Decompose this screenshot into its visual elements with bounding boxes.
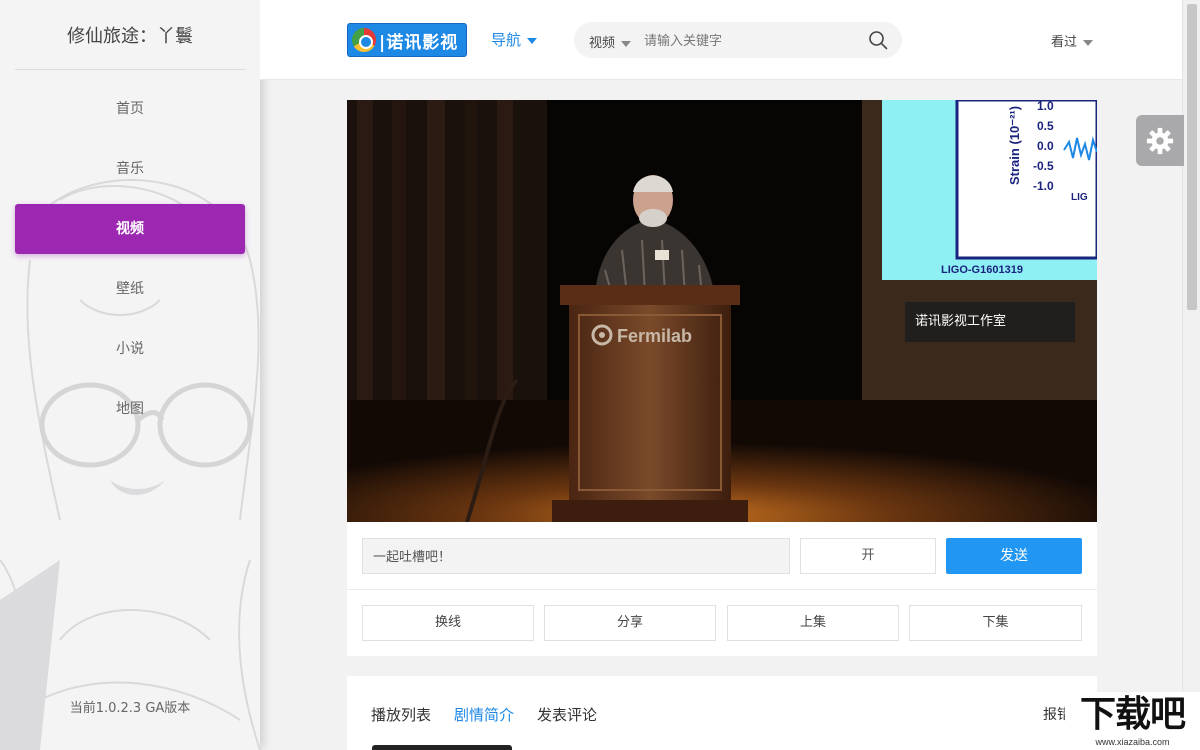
nav-dropdown-label: 导航: [491, 31, 522, 49]
brand-logo-text: |诺讯影视: [379, 32, 459, 53]
next-episode-button[interactable]: 下集: [909, 605, 1082, 641]
chevron-down-icon: [527, 37, 538, 44]
share-button[interactable]: 分享: [544, 605, 716, 641]
chevron-down-icon: [1083, 39, 1094, 46]
video-watermark: 诺讯影视工作室: [905, 302, 1075, 342]
slide-caption: LIGO-G1601319: [941, 264, 1023, 276]
switch-line-button[interactable]: 换线: [362, 605, 534, 641]
video-player[interactable]: 1.0 0.5 0.0 -0.5 -1.0 Strain (10⁻²¹) LIG…: [347, 100, 1097, 522]
slide-tick-3: -0.5: [1033, 159, 1054, 173]
search-icon[interactable]: [868, 30, 888, 50]
site-watermark-url: www.xiazaiba.com: [1095, 737, 1170, 747]
prev-episode-button[interactable]: 上集: [727, 605, 899, 641]
cover-thumbnail: [372, 745, 512, 750]
search-category-label: 视频: [589, 36, 616, 51]
sidebar-item-video[interactable]: 视频: [15, 204, 245, 254]
danmaku-send-button[interactable]: 发送: [946, 538, 1082, 574]
tab-comment[interactable]: 发表评论: [537, 704, 597, 725]
search-input[interactable]: [644, 30, 854, 50]
player-controls: 开 发送 换线 分享 上集 下集: [347, 522, 1097, 656]
version-label: 当前1.0.2.3 GA版本: [69, 701, 191, 716]
tab-playlist[interactable]: 播放列表: [371, 704, 431, 725]
chevron-down-icon: [621, 40, 632, 47]
info-tabs-panel: 播放列表 剧情简介 发表评论 报错: [347, 676, 1097, 750]
slide-corner-label: LIG: [1071, 192, 1088, 203]
brand-logo[interactable]: |诺讯影视: [347, 23, 467, 57]
sidebar: 修仙旅途：丫鬟 首页 音乐 视频 壁纸 小说 地图 当前1.0.2.3 GA版本: [0, 0, 260, 750]
scrollbar-thumb[interactable]: [1187, 4, 1197, 310]
sidebar-item-wallpaper[interactable]: 壁纸: [15, 264, 245, 314]
sidebar-item-novel[interactable]: 小说: [15, 324, 245, 374]
sidebar-item-map[interactable]: 地图: [15, 384, 245, 434]
danmaku-toggle-button[interactable]: 开: [800, 538, 936, 574]
nav-dropdown[interactable]: 导航: [491, 29, 538, 50]
history-label: 看过: [1051, 35, 1078, 50]
slide-tick-0: 1.0: [1037, 100, 1054, 113]
slide-tick-1: 0.5: [1037, 119, 1054, 133]
browser-logo-icon: [352, 28, 376, 52]
tab-synopsis[interactable]: 剧情简介: [454, 704, 514, 725]
slide-tick-4: -1.0: [1033, 179, 1054, 193]
search-category-select[interactable]: 视频: [589, 32, 632, 51]
sidebar-title: 修仙旅途：丫鬟: [67, 26, 193, 47]
gear-icon: [1146, 127, 1174, 154]
sidebar-divider: [15, 69, 245, 70]
controls-divider: [347, 589, 1097, 590]
page-scrollbar[interactable]: [1182, 0, 1200, 750]
top-header: |诺讯影视 导航 视频 看过: [260, 0, 1182, 80]
slide-axis-label: Strain (10⁻²¹): [1007, 106, 1022, 185]
sidebar-item-home[interactable]: 首页: [15, 84, 245, 134]
search-bar: 视频: [574, 22, 902, 58]
slide-tick-2: 0.0: [1037, 139, 1054, 153]
settings-button[interactable]: [1136, 115, 1184, 166]
danmaku-input[interactable]: [362, 538, 790, 574]
site-watermark-text: 下载吧: [1079, 694, 1186, 735]
sidebar-menu: 首页 音乐 视频 壁纸 小说 地图: [15, 84, 245, 444]
site-watermark-logo: 下载吧 www.xiazaiba.com: [1065, 692, 1200, 750]
history-dropdown[interactable]: 看过: [1051, 31, 1094, 50]
sidebar-item-music[interactable]: 音乐: [15, 144, 245, 194]
podium-label: Fermilab: [617, 326, 692, 346]
